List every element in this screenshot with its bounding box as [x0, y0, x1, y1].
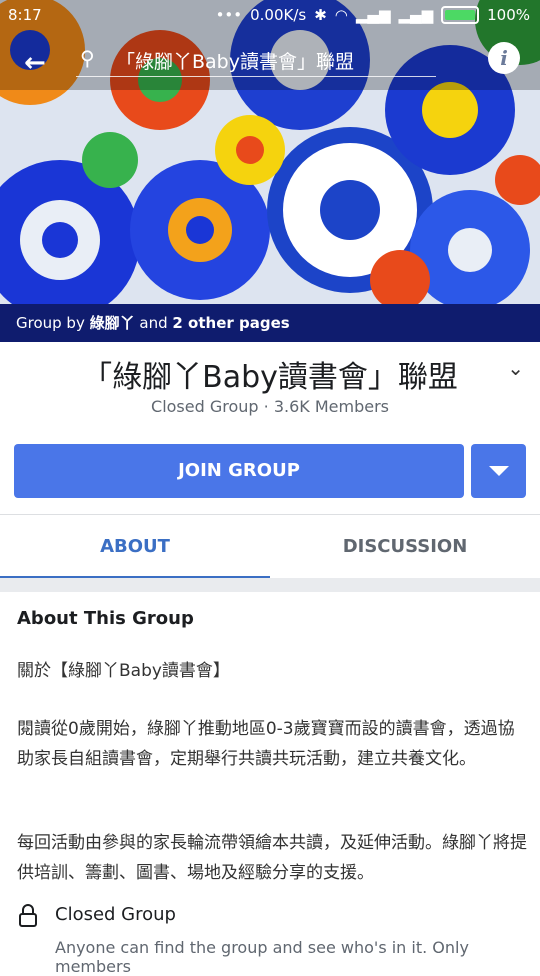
about-heading: About This Group: [17, 608, 194, 629]
group-by-name: 綠腳丫: [89, 314, 135, 332]
signal-icon: ▂▄▆: [355, 6, 391, 24]
top-navigation: ← ⚲ 「綠腳丫Baby讀書會」聯盟 i: [0, 38, 540, 86]
group-by-and: and: [134, 314, 173, 332]
bluetooth-icon: ✱: [314, 6, 327, 24]
group-by-others: 2 other pages: [172, 314, 290, 332]
section-divider: [0, 578, 540, 592]
status-time: 8:17: [8, 6, 42, 24]
back-arrow-icon[interactable]: ←: [24, 48, 46, 78]
search-icon: ⚲: [80, 46, 95, 70]
group-title: 「綠腳丫Baby讀書會」聯盟: [82, 360, 458, 395]
status-bar: 8:17 ••• 0.00K/s ✱ ◠ ▂▄▆ ▂▄▆ 100%: [0, 0, 540, 30]
about-paragraph-2: 閱讀從0歲開始，綠腳丫推動地區0-3歲寶寶而設的讀書會，透過協助家長自組讀書會，…: [17, 719, 515, 769]
battery-icon: [441, 6, 480, 24]
lock-icon: [19, 904, 37, 927]
tab-about[interactable]: ABOUT: [0, 515, 270, 579]
group-by-prefix: Group by: [16, 314, 90, 332]
search-query: 「綠腳丫Baby讀書會」聯盟: [116, 51, 354, 73]
group-by-banner[interactable]: Group by 綠腳丫 and 2 other pages: [0, 304, 540, 342]
wifi-icon: ◠: [334, 6, 348, 24]
info-icon[interactable]: i: [488, 42, 520, 74]
battery-percent: 100%: [487, 6, 530, 24]
chevron-down-icon[interactable]: ⌄: [507, 356, 524, 380]
network-speed: 0.00K/s: [250, 6, 307, 24]
signal-icon-2: ▂▄▆: [398, 6, 434, 24]
privacy-title: Closed Group: [55, 904, 176, 925]
dots-icon: •••: [215, 6, 243, 24]
about-paragraph-3: 每回活動由參與的家長輪流帶領繪本共讀，及延伸活動。綠腳丫將提供培訓、籌劃、圖書、…: [17, 833, 527, 883]
group-meta: Closed Group · 3.6K Members: [151, 397, 389, 416]
tab-discussion[interactable]: DISCUSSION: [270, 515, 540, 579]
caret-down-icon: [489, 466, 509, 476]
about-paragraph-1: 關於【綠腳丫Baby讀書會】: [17, 661, 230, 681]
privacy-description: Anyone can find the group and see who's …: [55, 938, 469, 976]
search-field[interactable]: ⚲ 「綠腳丫Baby讀書會」聯盟: [76, 42, 436, 77]
tab-bar: ABOUT DISCUSSION: [0, 514, 540, 579]
join-group-button[interactable]: JOIN GROUP: [14, 444, 464, 498]
join-options-button[interactable]: [471, 444, 526, 498]
